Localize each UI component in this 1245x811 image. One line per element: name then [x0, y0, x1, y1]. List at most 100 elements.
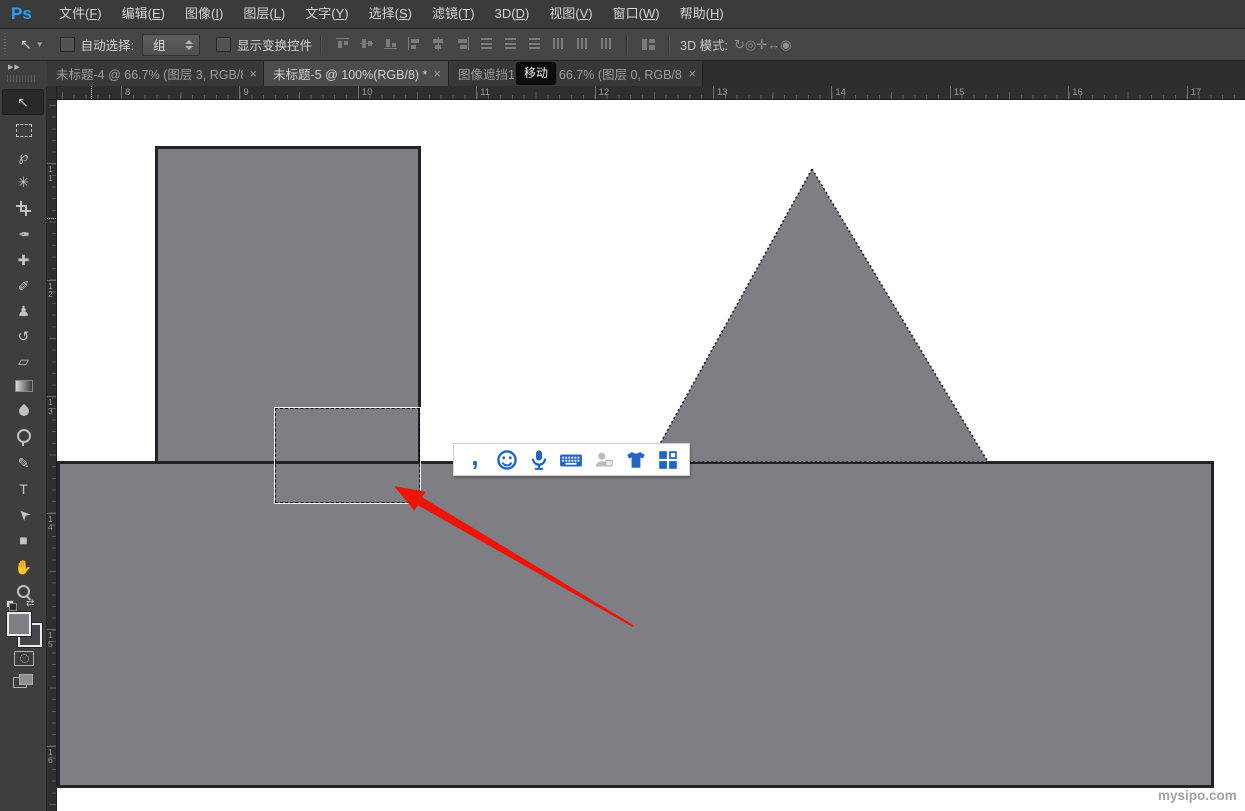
3d-slide-icon[interactable]: ↔: [767, 37, 780, 52]
menu-item-S[interactable]: 选择(S): [359, 0, 422, 28]
ruler-number: 9: [243, 87, 248, 98]
type-tool[interactable]: T: [0, 476, 47, 502]
eyedropper-tool[interactable]: ✒: [0, 221, 47, 247]
ruler-major-tick: [121, 86, 122, 99]
menu-item-E[interactable]: 编辑(E): [112, 0, 175, 28]
options-bar-gripper[interactable]: [1, 33, 10, 57]
keyboard-icon[interactable]: [559, 448, 583, 472]
history-brush-tool[interactable]: ↺: [0, 323, 47, 349]
align-horizontal-centers-button[interactable]: [427, 34, 449, 52]
eraser-tool-icon: ▱: [18, 354, 29, 368]
magic-wand-tool[interactable]: ✳: [0, 169, 47, 195]
active-tool-preset[interactable]: ↖ ▼: [20, 36, 44, 53]
path-selection-tool[interactable]: ➤: [0, 502, 47, 528]
ruler-number: 11: [480, 87, 490, 98]
auto-select-checkbox[interactable]: [60, 37, 75, 52]
crop-tool[interactable]: [0, 195, 47, 221]
hand-tool[interactable]: ✋: [0, 554, 47, 580]
menu-item-H[interactable]: 帮助(H): [670, 0, 734, 28]
menu-item-L[interactable]: 图层(L): [233, 0, 295, 28]
quick-mask-button[interactable]: [14, 651, 34, 666]
mic-icon[interactable]: [527, 448, 551, 472]
align-vertical-centers-button[interactable]: [355, 34, 377, 52]
distribute-right-edges-button[interactable]: [595, 34, 617, 52]
magic-wand-tool-icon: ✳: [18, 175, 30, 189]
menu-item-T[interactable]: 滤镜(T): [422, 0, 485, 28]
rectangle-tool[interactable]: ■: [0, 527, 47, 553]
distribute-left-edges-button[interactable]: [547, 34, 569, 52]
rectangular-marquee-tool-icon: [16, 124, 32, 137]
document-tab-2[interactable]: 未标题-5 @ 100%(RGB/8) *×: [264, 61, 449, 86]
dodge-tool-icon: [17, 429, 31, 443]
align-top-edges-button[interactable]: [331, 34, 353, 52]
distribute-vertical-centers-button[interactable]: [499, 34, 521, 52]
ruler-major-tick: [358, 86, 359, 99]
move-tooltip: 移动: [516, 62, 556, 85]
menu-item-V[interactable]: 视图(V): [539, 0, 602, 28]
rectangular-marquee-tool[interactable]: [0, 117, 47, 143]
ruler-cursor-indicator: [91, 86, 92, 99]
align-bottom-edges-button[interactable]: [379, 34, 401, 52]
brush-tool[interactable]: ✐: [0, 273, 47, 299]
tool-options-bar: ↖ ▼ 自动选择: 组 显示变换控件 3D 模式: ↻◎✛↔◉: [0, 29, 1245, 61]
ruler-number: 12: [599, 87, 610, 98]
tab-close-icon[interactable]: ×: [249, 67, 257, 80]
menu-bar: Ps 文件(F)编辑(E)图像(I)图层(L)文字(Y)选择(S)滤镜(T)3D…: [0, 0, 1245, 29]
menu-item-F[interactable]: 文件(F): [49, 0, 112, 28]
ime-logo-icon[interactable]: ,: [463, 444, 487, 468]
history-brush-tool-icon: ↺: [18, 329, 30, 343]
dodge-tool[interactable]: [0, 423, 47, 449]
tab-close-icon[interactable]: ×: [433, 67, 441, 80]
document-tab-1[interactable]: 未标题-4 @ 66.7% (图层 3, RGB/8) *×: [47, 61, 264, 86]
3d-rotate-icon[interactable]: ↻: [734, 37, 745, 52]
lasso-tool[interactable]: ℘: [0, 143, 47, 169]
user-icon[interactable]: [592, 448, 616, 472]
show-transform-checkbox[interactable]: [216, 37, 231, 52]
panel-grip[interactable]: [7, 75, 37, 82]
screen-mode-button[interactable]: [13, 674, 33, 689]
zoom-tool[interactable]: [0, 578, 47, 604]
menu-item-W[interactable]: 窗口(W): [603, 0, 670, 28]
spinner-icon: [185, 40, 193, 50]
ruler-major-tick: [595, 86, 596, 99]
clone-stamp-tool[interactable]: ♟: [0, 298, 47, 324]
eraser-tool[interactable]: ▱: [0, 348, 47, 374]
move-tool[interactable]: ↖: [2, 89, 44, 115]
menu-item-Y[interactable]: 文字(Y): [295, 0, 358, 28]
3d-drag-icon[interactable]: ✛: [756, 37, 767, 52]
foreground-color-swatch[interactable]: [7, 612, 31, 636]
auto-align-layers-button[interactable]: [637, 36, 659, 54]
vertical-ruler[interactable]: 1 11 21 31 41 51 6: [47, 100, 57, 811]
ruler-major-tick: [1187, 86, 1188, 99]
rectangle-tool-icon: ■: [19, 533, 27, 547]
ruler-number: 1 4: [48, 515, 53, 532]
3d-zoom-icon[interactable]: ◉: [780, 37, 791, 52]
distribute-top-edges-button[interactable]: [475, 34, 497, 52]
menu-item-D[interactable]: 3D(D): [485, 0, 540, 28]
clone-stamp-tool-icon: ♟: [17, 304, 30, 318]
grid-menu-icon[interactable]: [656, 448, 680, 472]
3d-roll-icon[interactable]: ◎: [745, 37, 756, 52]
document-canvas[interactable]: , mysipo.com: [57, 100, 1245, 811]
tools-panel: ⇄ ↖℘✳✒✚✐♟↺▱✎T➤■✋: [0, 86, 47, 811]
spot-healing-brush-tool[interactable]: ✚: [0, 247, 47, 273]
tab-close-icon[interactable]: ×: [688, 67, 696, 80]
distribute-horizontal-centers-button[interactable]: [571, 34, 593, 52]
skin-icon[interactable]: [624, 448, 648, 472]
blur-tool-icon: [16, 404, 30, 418]
pen-tool[interactable]: ✎: [0, 450, 47, 476]
horizontal-ruler[interactable]: 891011121314151617: [47, 86, 1245, 100]
align-left-edges-button[interactable]: [403, 34, 425, 52]
gradient-tool[interactable]: [0, 373, 47, 399]
emoji-icon[interactable]: [495, 448, 519, 472]
document-tab-3[interactable]: 图像遮挡1@ 66.7% (图层 0, RGB/8)×: [449, 61, 703, 86]
tools-panel-header: ▶▶: [0, 61, 48, 87]
ruler-cursor-indicator: [47, 218, 56, 219]
ruler-major-tick: [713, 86, 714, 99]
blur-tool[interactable]: [0, 398, 47, 424]
menu-item-I[interactable]: 图像(I): [175, 0, 233, 28]
distribute-bottom-edges-button[interactable]: [523, 34, 545, 52]
collapse-panel-icon[interactable]: ▶▶: [8, 63, 21, 71]
auto-select-target-dropdown[interactable]: 组: [142, 34, 200, 56]
align-right-edges-button[interactable]: [451, 34, 473, 52]
